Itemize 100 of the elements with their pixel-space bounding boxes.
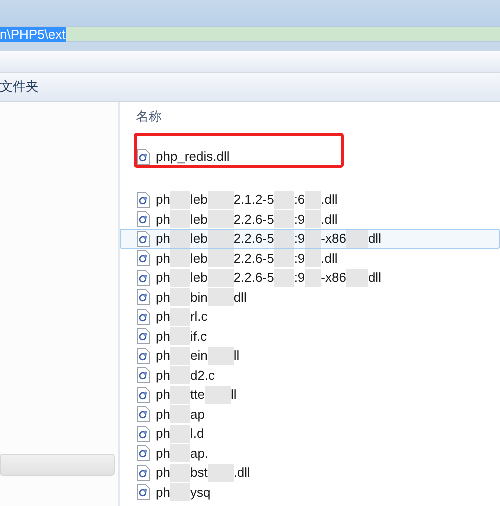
dll-file-icon (137, 148, 150, 165)
file-name: dll (368, 271, 382, 284)
dll-file-icon (137, 230, 150, 247)
file-name: l.d (190, 427, 204, 440)
dll-file-icon (137, 308, 150, 325)
new-folder-button[interactable]: 文件夹 (0, 77, 39, 97)
file-name: :9 (294, 252, 306, 265)
scroll-bar[interactable] (0, 454, 115, 476)
file-name: if.c (190, 330, 208, 343)
dll-file-icon (137, 464, 150, 481)
file-name: :9 (294, 271, 306, 284)
dll-file-icon (137, 348, 150, 364)
blur-mosaic (305, 268, 322, 287)
file-row[interactable]: php_redis.dll (120, 147, 341, 166)
file-name: 2.2.6-5 (234, 271, 274, 284)
file-row[interactable]: ph d2.c (120, 366, 500, 385)
blur-mosaic (170, 249, 190, 268)
file-row[interactable]: ph leb 2.1.2-5 :6 .dll (120, 190, 500, 210)
dll-file-icon (137, 367, 150, 384)
file-name: ph (156, 388, 170, 402)
blur-mosaic (208, 464, 234, 482)
file-row[interactable]: ph ysq (120, 482, 500, 502)
blur-mosaic (274, 268, 294, 287)
file-name: 2.1.2-5 (234, 193, 274, 206)
file-row[interactable]: ph ein ll (120, 346, 500, 366)
file-name: ph (156, 446, 170, 460)
file-name: .dll (234, 466, 250, 480)
dll-file-icon (137, 250, 150, 266)
file-name: :9 (294, 232, 306, 246)
file-row[interactable]: ph leb 2.2.6-5 :9 -x86 dll (120, 229, 500, 248)
file-name: php_redis.dll (156, 150, 230, 164)
file-row[interactable]: ph ap. (120, 444, 500, 463)
blur-mosaic (170, 190, 190, 209)
file-row[interactable]: ph l.d (120, 424, 500, 444)
file-name: ph (156, 427, 170, 440)
file-row[interactable]: ph tte ll (120, 385, 500, 404)
file-name: leb (190, 232, 208, 246)
file-row[interactable]: ph leb 2.2.6-5 :9 .dll (120, 210, 500, 229)
file-name: ll (234, 349, 240, 362)
file-name: ll (230, 388, 237, 402)
blur-mosaic (170, 444, 190, 462)
blur-mosaic (170, 268, 190, 287)
file-name: ph (156, 193, 170, 206)
blur-mosaic (274, 249, 294, 268)
blur-mosaic (208, 288, 234, 306)
blur-mosaic (170, 210, 190, 228)
file-name: .dll (321, 252, 338, 265)
dll-file-icon (137, 484, 150, 500)
file-name: bst (190, 466, 208, 480)
blur-mosaic (274, 230, 294, 248)
file-name: ph (156, 330, 170, 343)
file-name: dll (234, 290, 247, 304)
file-name: ph (156, 349, 170, 362)
file-name: ph (156, 232, 170, 246)
blur-mosaic (170, 346, 190, 365)
file-row[interactable]: ph leb 2.2.6-5 :9 -x86 dll (120, 268, 500, 288)
file-name: ap. (190, 446, 209, 460)
file-name: leb (190, 271, 208, 284)
file-name: ein (190, 349, 208, 362)
blur-mosaic (346, 268, 368, 287)
column-header[interactable]: 名称 (136, 110, 500, 123)
blur-mosaic (274, 210, 294, 228)
blur-mosaic (208, 346, 234, 365)
file-name: -x86 (321, 232, 346, 246)
file-row[interactable]: ph bst .dll (120, 463, 500, 482)
blur-mosaic (208, 230, 234, 248)
file-row[interactable]: ph bin dll (120, 288, 500, 307)
file-row[interactable]: ph leb 2.2.6-5 :9 .dll (120, 248, 500, 268)
file-name: leb (190, 252, 208, 265)
blur-mosaic (170, 366, 190, 384)
blur-mosaic (305, 230, 322, 248)
blur-mosaic (204, 386, 231, 404)
file-name: tte (190, 388, 205, 402)
blur-mosaic (305, 210, 322, 228)
dll-file-icon (137, 328, 150, 344)
file-name: :6 (294, 193, 306, 206)
blur-mosaic (274, 190, 294, 209)
blur-mosaic (208, 268, 234, 287)
blur-mosaic (208, 249, 234, 268)
file-name: ap (190, 408, 205, 421)
file-row[interactable]: ph if.c (120, 326, 500, 346)
blur-mosaic (170, 230, 190, 248)
file-name: ph (156, 212, 170, 226)
dll-file-icon (137, 270, 150, 286)
blur-mosaic (170, 386, 190, 404)
file-name: d2.c (190, 368, 216, 382)
file-name: ph (156, 466, 170, 480)
blur-mosaic (208, 190, 234, 209)
blur-mosaic (170, 424, 190, 443)
file-name: :9 (294, 212, 306, 226)
file-row[interactable]: ph ap (120, 404, 500, 424)
file-name: ph (156, 252, 170, 265)
file-name: 2.2.6-5 (234, 232, 274, 246)
blur-mosaic (170, 327, 190, 346)
file-name: .dll (321, 193, 338, 206)
file-name: ysq (190, 486, 211, 499)
dll-file-icon (137, 386, 150, 403)
dll-file-icon (137, 426, 150, 442)
file-name: ph (156, 486, 170, 499)
file-row[interactable]: ph rl.c (120, 307, 500, 326)
